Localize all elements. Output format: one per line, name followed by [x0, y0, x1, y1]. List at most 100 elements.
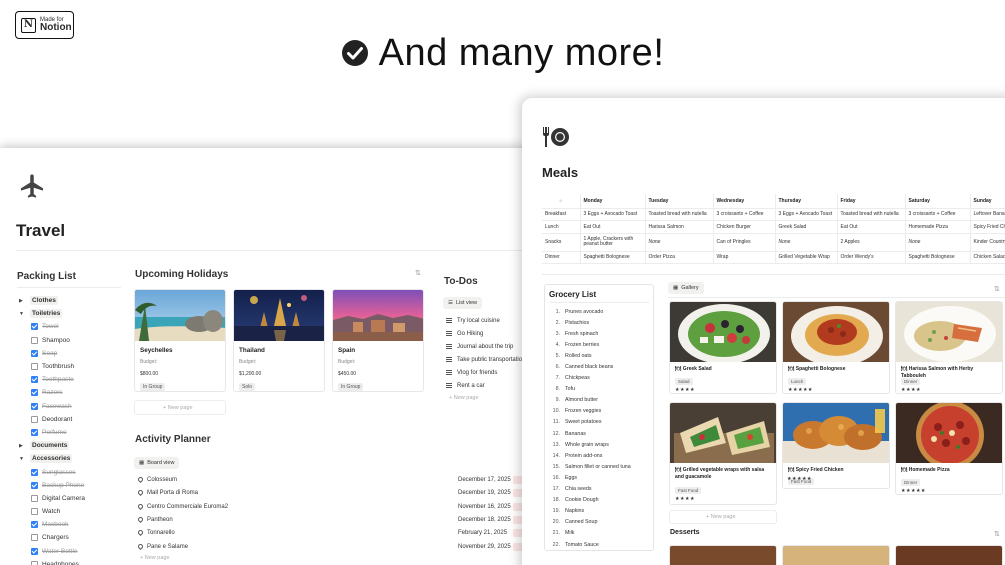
checkbox[interactable]: [31, 415, 38, 423]
meal-cell[interactable]: 3 Eggs + Avocado Toast: [580, 208, 646, 221]
activity-row[interactable]: Centro Commerciale Euroma2 November 16, 2…: [136, 502, 538, 515]
group-label: Documents: [30, 441, 70, 451]
meal-cell[interactable]: Chicken Burger: [713, 220, 776, 234]
activity-row[interactable]: Pantheon December 18, 2025: [136, 515, 538, 528]
new-page-button[interactable]: + New page: [140, 555, 170, 561]
new-page-button[interactable]: + New page: [669, 510, 777, 524]
rating-stars: ★★★★★: [787, 476, 812, 482]
meal-cell[interactable]: None: [775, 233, 838, 252]
todo-item[interactable]: Take public transportation: [446, 353, 525, 366]
meal-cell[interactable]: Spaghetti Bolognese: [580, 251, 646, 264]
holiday-card[interactable]: Seychelles Budget: $800.00 In Group: [134, 289, 226, 392]
meal-cell[interactable]: None: [905, 233, 971, 252]
meal-cell[interactable]: Eat Out: [580, 220, 646, 234]
grocery-item: 11. Sweet potatoes: [549, 417, 653, 428]
checkbox[interactable]: [31, 376, 38, 384]
caret-right-icon[interactable]: ▶: [19, 298, 26, 304]
meal-cell[interactable]: Order Wendy's: [837, 251, 906, 264]
caret-right-icon[interactable]: ▶: [19, 443, 26, 449]
gallery-view-tab[interactable]: ▦ Gallery: [668, 282, 704, 294]
checkbox[interactable]: [31, 521, 38, 529]
restaurant-icon: 🍽: [788, 467, 796, 473]
meal-cell[interactable]: 3 croissants + Coffee: [713, 208, 776, 221]
gallery-card[interactable]: 🍽 Grilled vegetable wraps with salsa and…: [669, 402, 777, 505]
packing-group[interactable]: ▶ Documents: [17, 439, 122, 452]
checkbox[interactable]: [31, 534, 38, 542]
gallery-card[interactable]: 🍽 Spaghetti Bolognese Lunch ★★★★★: [782, 301, 890, 394]
checkbox[interactable]: [31, 336, 38, 344]
activity-row[interactable]: Mall Porta di Roma December 19, 2025: [136, 488, 538, 501]
todo-item[interactable]: Try local cuisine: [446, 314, 500, 327]
activity-row[interactable]: Pane e Salame November 29, 2025: [136, 542, 538, 555]
checkbox[interactable]: [31, 547, 38, 555]
meal-cell[interactable]: Eat Out: [837, 220, 906, 234]
item-label: Toothpaste: [42, 376, 74, 384]
meal-cell[interactable]: 2 Apples: [837, 233, 906, 252]
checkbox[interactable]: [31, 481, 38, 489]
checkbox[interactable]: [31, 363, 38, 371]
sort-icon[interactable]: ⇅: [994, 530, 1000, 538]
grocery-item: 16. Eggs: [549, 472, 653, 483]
meal-cell[interactable]: Toasted bread with nutella: [837, 208, 906, 221]
checkbox[interactable]: [31, 389, 38, 397]
meal-cell[interactable]: Order Pizza: [645, 251, 714, 264]
gallery-card[interactable]: 🍽 Homemade Pizza Dinner ★★★★★: [895, 402, 1003, 495]
meal-cell[interactable]: Spicy Fried Chicken: [970, 220, 1005, 234]
holiday-card[interactable]: Thailand Budget: $1,200.00 Solo: [233, 289, 325, 392]
dessert-card[interactable]: [782, 545, 890, 565]
meal-cell[interactable]: 1 Apple, Crackers with peanut butter: [580, 233, 646, 252]
gallery-card[interactable]: 🍽 Greek Salad Salad ★★★★: [669, 301, 777, 394]
meal-cell[interactable]: Homemade Pizza: [905, 220, 971, 234]
new-page-button[interactable]: + New page: [134, 400, 226, 415]
board-view-tab[interactable]: ▦ Board view: [134, 457, 180, 469]
list-view-tab[interactable]: ☰ List view: [443, 297, 483, 309]
checkbox[interactable]: [31, 323, 38, 331]
meal-cell[interactable]: Leftover Banana Bread: [970, 208, 1005, 221]
meal-cell[interactable]: Toasted bread with nutella: [645, 208, 714, 221]
sort-icon[interactable]: ⇅: [994, 285, 1000, 293]
gallery-card[interactable]: 🍽 Harissa Salmon with Herby Tabbouleh Di…: [895, 301, 1003, 394]
meal-cell[interactable]: 3 Eggs + Avocado Toast: [775, 208, 838, 221]
sort-icon[interactable]: ⇅: [415, 269, 421, 277]
item-label: Digital Camera: [42, 494, 85, 502]
checkbox[interactable]: [31, 402, 38, 410]
new-page-button[interactable]: + New page: [449, 395, 479, 401]
meal-cell[interactable]: 3 croissants + Coffee: [905, 208, 971, 221]
checkbox[interactable]: [31, 508, 38, 516]
caret-down-icon[interactable]: ▼: [19, 311, 26, 317]
todo-item[interactable]: Go Hiking: [446, 327, 483, 340]
meal-cell[interactable]: None: [645, 233, 714, 252]
activity-row[interactable]: Colosseum December 17, 2025: [136, 475, 538, 488]
meal-cell[interactable]: Chicken Salad: [970, 251, 1005, 264]
packing-group[interactable]: ▶ Clothes: [17, 294, 122, 307]
todo-item[interactable]: Rent a car: [446, 379, 485, 392]
item-label: Chickpeas: [565, 375, 590, 382]
meal-cell[interactable]: Grilled Vegetable Wrap: [775, 251, 838, 264]
todo-item[interactable]: Vlog for friends: [446, 366, 497, 379]
dessert-card[interactable]: [669, 545, 777, 565]
page-icon: [446, 331, 452, 336]
checkbox[interactable]: [31, 494, 38, 502]
packing-item: Toothpaste: [17, 373, 122, 386]
caret-down-icon[interactable]: ▼: [19, 456, 26, 462]
meal-cell[interactable]: Kinder Country: [970, 233, 1005, 252]
meal-cell[interactable]: Greek Salad: [775, 220, 838, 234]
activity-row[interactable]: Tonnarello February 21, 2025: [136, 528, 538, 541]
checkbox[interactable]: [31, 468, 38, 476]
meal-cell[interactable]: Wrap: [713, 251, 776, 264]
packing-group[interactable]: ▼ Toiletries: [17, 307, 122, 320]
checkbox[interactable]: [31, 349, 38, 357]
thailand-photo: [234, 290, 324, 341]
meal-cell[interactable]: Can of Pringles: [713, 233, 776, 252]
todos-title: To-Dos: [444, 276, 478, 287]
card-tag: Solo: [239, 383, 256, 391]
todo-item[interactable]: Journal about the trip: [446, 340, 513, 353]
item-label: Towel: [42, 323, 59, 331]
holiday-card[interactable]: Spain Budget: $450.00 In Group: [332, 289, 424, 392]
checkbox[interactable]: [31, 428, 38, 436]
packing-group[interactable]: ▼ Accessories: [17, 452, 122, 465]
meal-cell[interactable]: Spaghetti Bolognese: [905, 251, 971, 264]
meal-cell[interactable]: Harissa Salmon: [645, 220, 714, 234]
checkbox[interactable]: [31, 560, 38, 565]
dessert-card[interactable]: [895, 545, 1003, 565]
